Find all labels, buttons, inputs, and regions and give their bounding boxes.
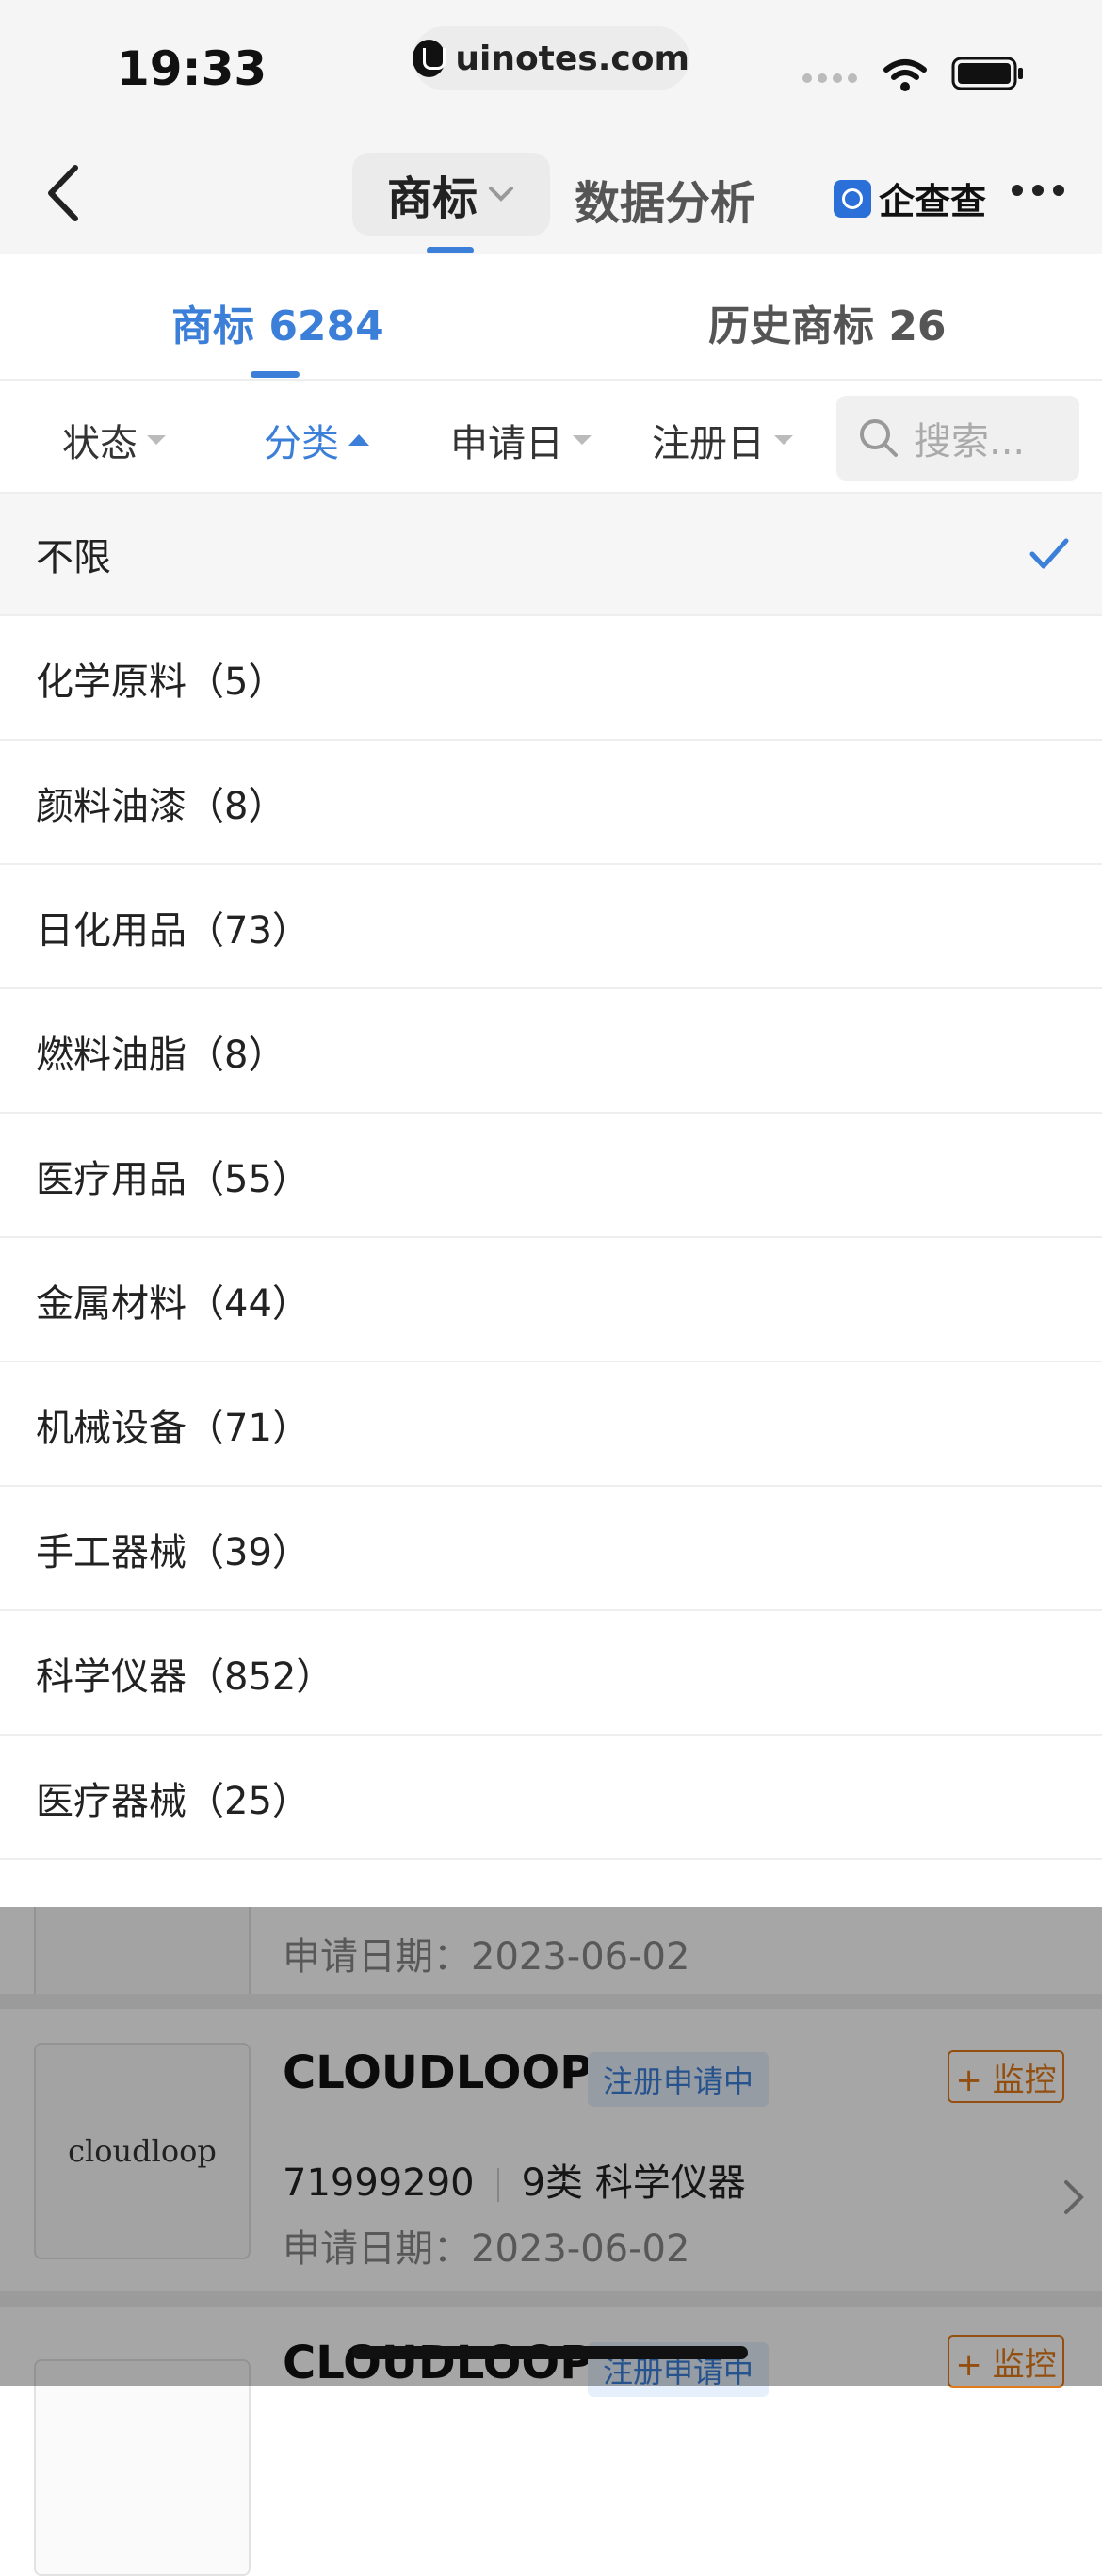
category-option[interactable]: 医疗用品（55） [0,1116,1102,1238]
category-option[interactable]: 燃料油脂（8） [0,991,1102,1114]
category-option-label: 金属材料（44） [36,1282,310,1326]
status-time: 19:33 [117,41,267,96]
filter-category[interactable]: 分类 [264,413,369,467]
category-option-label: 科学仪器（852） [36,1655,334,1699]
brand-icon [834,179,871,218]
filter-register-date[interactable]: 注册日 [652,413,793,467]
filter-category-label: 分类 [264,422,339,465]
category-option-label: 医疗用品（55） [36,1158,310,1201]
caret-up-icon [348,434,369,446]
battery-icon [951,57,1023,90]
category-option-label: 日化用品（73） [36,909,310,953]
back-icon[interactable] [38,160,94,226]
category-option-label: 手工器械（39） [36,1531,310,1574]
title-tab-analysis[interactable]: 数据分析 [575,166,755,232]
category-option-all[interactable]: 不限 [0,494,1102,616]
category-option[interactable]: 手工器械（39） [0,1489,1102,1611]
category-option-label: 机械设备（71） [36,1407,310,1450]
check-icon [1029,538,1069,569]
caret-down-icon [573,435,592,445]
title-tab-label: 商标 [386,172,478,225]
tab-underline [251,371,300,378]
site-icon [413,40,446,77]
filter-status-label: 状态 [62,422,138,465]
url-text: uinotes.com [455,39,689,78]
caret-down-icon [774,435,793,445]
url-pill[interactable]: uinotes.com [413,26,689,90]
category-option-label: 不限 [36,536,111,579]
category-option-label: 化学原料（5） [36,660,286,704]
more-icon[interactable] [1012,185,1064,196]
trademark-thumbnail [34,2359,251,2576]
category-option[interactable]: 科学仪器（852） [0,1613,1102,1736]
wifi-icon [883,59,927,91]
search-placeholder: 搜索... [914,420,1026,464]
category-option[interactable]: 化学原料（5） [0,618,1102,741]
category-dropdown: 不限 化学原料（5） 颜料油漆（8） 日化用品（73） 燃料油脂（8） 医疗用品… [0,494,1102,1907]
caret-down-icon [147,435,166,445]
dim-overlay[interactable] [0,1907,1102,2386]
chevron-down-icon [489,187,513,202]
title-tab-trademark[interactable]: 商标 [352,153,550,236]
category-option[interactable]: 金属材料（44） [0,1240,1102,1362]
category-option-label: 医疗器械（25） [36,1780,310,1823]
filter-status[interactable]: 状态 [62,413,166,467]
tab-trademark[interactable]: 商标 6284 [171,292,384,352]
category-option[interactable]: 颜料油漆（8） [0,742,1102,865]
brand-logo: 企查查 [834,172,986,224]
search-input[interactable]: 搜索... [836,396,1079,481]
category-option-label: 颜料油漆（8） [36,785,286,828]
category-option[interactable]: 日化用品（73） [0,867,1102,989]
signal-icon [802,73,859,89]
tab-history-trademark[interactable]: 历史商标 26 [708,292,947,352]
brand-name: 企查查 [879,181,987,222]
category-option[interactable]: 医疗器械（25） [0,1737,1102,1860]
filter-apply-date[interactable]: 申请日 [450,413,592,467]
category-option-label: 燃料油脂（8） [36,1034,286,1077]
filter-register-date-label: 注册日 [652,422,765,465]
category-option[interactable]: 机械设备（71） [0,1364,1102,1487]
filter-apply-date-label: 申请日 [450,422,563,465]
home-indicator [352,2346,748,2359]
title-tab-underline [427,247,474,253]
search-icon [860,419,898,457]
